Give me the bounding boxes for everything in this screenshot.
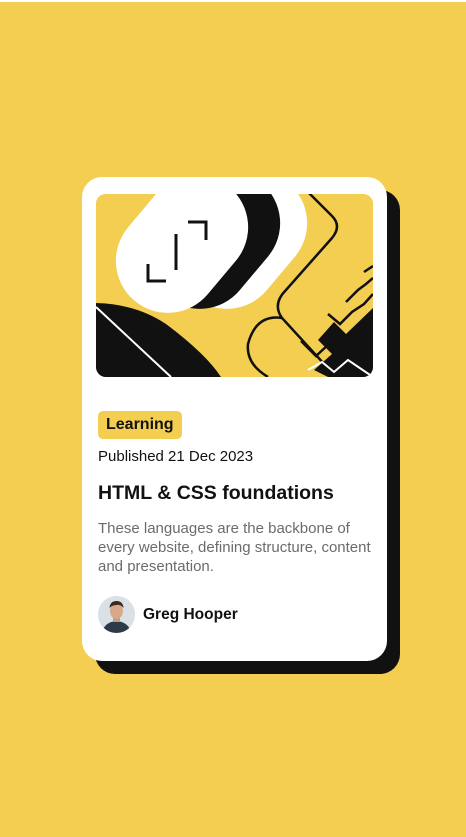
top-strip [0, 0, 466, 2]
author-name[interactable]: Greg Hooper [143, 606, 238, 624]
card-title[interactable]: HTML & CSS foundations [98, 482, 373, 505]
card-description: These languages are the backbone of ever… [98, 520, 371, 575]
blog-preview-card[interactable]: Learning Published 21 Dec 2023 HTML & CS… [82, 177, 387, 661]
person-avatar-icon [98, 596, 135, 633]
category-tag: Learning [98, 411, 182, 439]
card-illustration [96, 194, 373, 377]
published-date: Published 21 Dec 2023 [98, 448, 254, 465]
author: Greg Hooper [98, 596, 238, 633]
avatar [98, 596, 135, 633]
